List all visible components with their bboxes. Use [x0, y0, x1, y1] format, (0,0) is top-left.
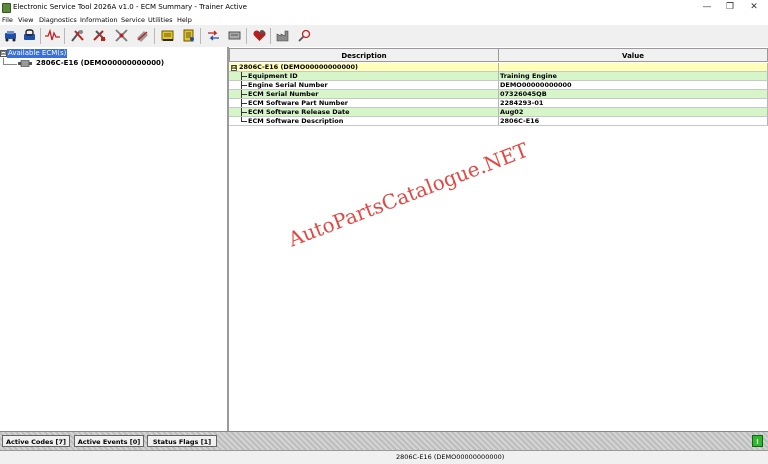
description-cell: Equipment ID	[229, 72, 499, 81]
status-bar: 2806C-E16 (DEMO00000000000)	[0, 450, 768, 464]
transfer-icon[interactable]	[206, 28, 221, 43]
grid-header: Description Value	[229, 48, 768, 62]
row-label: ECM Serial Number	[248, 90, 319, 98]
config-icon[interactable]	[227, 28, 242, 43]
connect-icon[interactable]	[3, 28, 18, 43]
diag-tools-4-icon[interactable]	[135, 28, 150, 43]
info-list-icon[interactable]	[181, 28, 196, 43]
description-cell: ECM Software Description	[229, 117, 499, 126]
close-button[interactable]: ✕	[744, 1, 764, 13]
factory-icon[interactable]	[276, 28, 291, 43]
menu-bar: File View Diagnostics Information Servic…	[0, 15, 768, 25]
value-cell: Aug02	[499, 108, 768, 117]
diag-tools-1-icon[interactable]	[70, 28, 85, 43]
group-collapse-toggle[interactable]: ⊟	[231, 65, 237, 71]
window-title: Electronic Service Tool 2026A v1.0 - ECM…	[13, 3, 247, 11]
tree-connector	[3, 64, 17, 65]
value-cell: 2284293-01	[499, 99, 768, 108]
toolbar	[0, 25, 768, 48]
table-row[interactable]: ECM Software Part Number 2284293-01	[229, 99, 768, 108]
group-row[interactable]: ⊟ 2806C-E16 (DEMO00000000000)	[229, 63, 768, 72]
value-cell: Training Engine	[499, 72, 768, 81]
value-cell: DEMO00000000000	[499, 81, 768, 90]
menu-utilities[interactable]: Utilities	[148, 16, 172, 24]
column-header-description[interactable]: Description	[229, 48, 499, 62]
row-label: ECM Software Description	[248, 117, 344, 125]
group-cell: ⊟ 2806C-E16 (DEMO00000000000)	[229, 63, 499, 72]
menu-help[interactable]: Help	[177, 16, 192, 24]
menu-file[interactable]: File	[2, 16, 13, 24]
diag-tools-3-icon[interactable]	[114, 28, 129, 43]
menu-diagnostics[interactable]: Diagnostics	[39, 16, 77, 24]
row-label: ECM Software Part Number	[248, 99, 348, 107]
search-icon[interactable]	[297, 28, 312, 43]
table-row[interactable]: Engine Serial Number DEMO00000000000	[229, 81, 768, 90]
app-icon	[2, 3, 11, 13]
description-cell: ECM Software Release Date	[229, 108, 499, 117]
title-bar: Electronic Service Tool 2026A v1.0 - ECM…	[0, 0, 768, 15]
value-cell: 07326045QB	[499, 90, 768, 99]
status-indicator-icon[interactable]: !	[752, 435, 763, 447]
column-header-value[interactable]: Value	[498, 48, 768, 62]
diag-tools-2-icon[interactable]	[92, 28, 107, 43]
ecm-summary-grid: Description Value ⊟ 2806C-E16 (DEMO00000…	[229, 47, 768, 431]
table-row[interactable]: ECM Serial Number 07326045QB	[229, 90, 768, 99]
ecm-module-icon	[18, 59, 32, 68]
waveform-icon[interactable]	[45, 28, 60, 43]
ecm-tree-pane: ⊟ Available ECM(s) 2806C-E16 (DEMO000000…	[0, 47, 229, 431]
menu-service[interactable]: Service	[121, 16, 145, 24]
value-cell: 2806C-E16	[499, 117, 768, 126]
tab-status-flags[interactable]: Status Flags [1]	[147, 435, 217, 447]
group-label: 2806C-E16 (DEMO00000000000)	[239, 63, 358, 71]
minimize-button[interactable]: —	[697, 1, 717, 13]
row-label: ECM Software Release Date	[248, 108, 350, 116]
watermark-text: AutoPartsCatalogue.NET	[285, 137, 532, 252]
row-label: Engine Serial Number	[248, 81, 328, 89]
maximize-button[interactable]: ❐	[720, 1, 740, 13]
description-cell: ECM Software Part Number	[229, 99, 499, 108]
tab-active-events[interactable]: Active Events [0]	[74, 435, 144, 447]
info-book-icon[interactable]	[160, 28, 175, 43]
tree-collapse-toggle[interactable]: ⊟	[0, 50, 7, 57]
menu-view[interactable]: View	[18, 16, 33, 24]
bottom-tab-bar: Active Codes [7] Active Events [0] Statu…	[0, 431, 768, 451]
description-cell: Engine Serial Number	[229, 81, 499, 90]
table-row[interactable]: ECM Software Description 2806C-E16	[229, 117, 768, 126]
tree-root-label[interactable]: Available ECM(s)	[7, 49, 68, 58]
tab-active-codes[interactable]: Active Codes [7]	[2, 435, 70, 447]
menu-information[interactable]: Information	[80, 16, 118, 24]
table-row[interactable]: ECM Software Release Date Aug02	[229, 108, 768, 117]
group-value-cell	[499, 63, 768, 72]
status-bar-text: 2806C-E16 (DEMO00000000000)	[396, 453, 505, 461]
row-label: Equipment ID	[248, 72, 298, 80]
tree-ecm-node[interactable]: 2806C-E16 (DEMO00000000000)	[36, 59, 164, 67]
disconnect-icon[interactable]	[22, 28, 37, 43]
heart-icon[interactable]	[252, 28, 267, 43]
description-cell: ECM Serial Number	[229, 90, 499, 99]
table-row[interactable]: Equipment ID Training Engine	[229, 72, 768, 81]
